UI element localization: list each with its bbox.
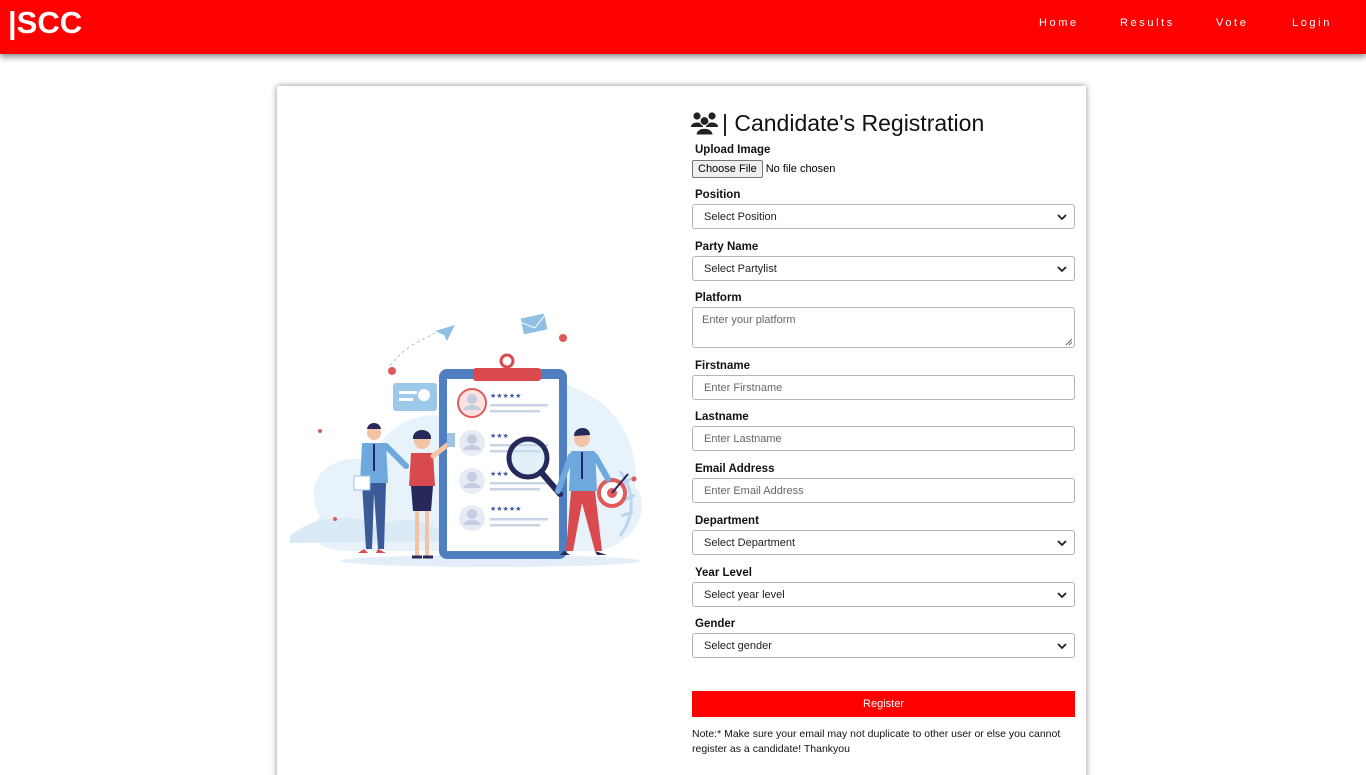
partylist-select[interactable]: Select Partylist xyxy=(692,256,1075,281)
department-label: Department xyxy=(695,515,759,527)
nav-results-link[interactable]: Results xyxy=(1120,17,1175,29)
registration-note: Note:* Make sure your email may not dupl… xyxy=(692,728,1061,755)
svg-text:★★★★★: ★★★★★ xyxy=(490,505,521,513)
firstname-placeholder: Enter Firstname xyxy=(704,381,783,394)
chevron-down-icon xyxy=(1057,592,1067,599)
firstname-field[interactable]: Enter Firstname xyxy=(692,375,1075,400)
file-status-text: No file chosen xyxy=(765,163,836,175)
upload-image-label: Upload Image xyxy=(695,144,771,156)
gender-label: Gender xyxy=(695,618,736,630)
svg-text:★★★: ★★★ xyxy=(490,432,509,440)
email-placeholder: Enter Email Address xyxy=(704,484,804,497)
form-title-text: | Candidate's Registration xyxy=(722,109,985,136)
gender-select-value: Select gender xyxy=(704,639,772,652)
chevron-down-icon xyxy=(1057,266,1067,273)
year-level-select[interactable]: Select year level xyxy=(692,582,1075,607)
resize-grip-icon[interactable] xyxy=(1064,337,1073,346)
email-label: Email Address xyxy=(695,463,775,475)
nav-login-link[interactable]: Login xyxy=(1292,17,1332,29)
gender-select[interactable]: Select gender xyxy=(692,633,1075,658)
form-title: | Candidate's Registration xyxy=(691,108,984,138)
platform-label: Platform xyxy=(695,292,742,304)
year-level-label: Year Level xyxy=(695,567,752,579)
svg-text:★★★: ★★★ xyxy=(490,470,509,478)
lastname-field[interactable]: Enter Lastname xyxy=(692,426,1075,451)
registration-illustration: ★★★★★ ★★★ ★★★ ★★★★★ xyxy=(290,313,643,567)
department-select-value: Select Department xyxy=(704,536,796,549)
users-icon xyxy=(691,112,718,135)
year-level-select-value: Select year level xyxy=(704,588,785,601)
chevron-down-icon xyxy=(1057,540,1067,547)
nav-vote-link[interactable]: Vote xyxy=(1216,17,1248,29)
nav-home-link[interactable]: Home xyxy=(1039,17,1079,29)
lastname-label: Lastname xyxy=(695,411,749,423)
firstname-label: Firstname xyxy=(695,360,750,372)
position-select-value: Select Position xyxy=(704,210,777,223)
svg-text:★★★★★: ★★★★★ xyxy=(490,392,521,400)
platform-textarea[interactable]: Enter your platform xyxy=(692,307,1075,348)
register-button[interactable]: Register xyxy=(692,691,1075,717)
upload-image-input[interactable]: Choose File No file chosen xyxy=(692,160,835,178)
position-label: Position xyxy=(695,189,741,201)
registration-card: ★★★★★ ★★★ ★★★ ★★★★★ | Candidate's Regist… xyxy=(277,86,1086,775)
platform-placeholder: Enter your platform xyxy=(702,314,796,326)
chevron-down-icon xyxy=(1057,214,1067,221)
lastname-placeholder: Enter Lastname xyxy=(704,432,782,445)
top-navbar: |SCC Home Results Vote Login xyxy=(0,0,1366,54)
email-field[interactable]: Enter Email Address xyxy=(692,478,1075,503)
party-name-label: Party Name xyxy=(695,241,759,253)
position-select[interactable]: Select Position xyxy=(692,204,1075,229)
brand-logo[interactable]: |SCC xyxy=(8,5,82,41)
chevron-down-icon xyxy=(1057,643,1067,650)
choose-file-button[interactable]: Choose File xyxy=(692,160,763,178)
department-select[interactable]: Select Department xyxy=(692,530,1075,555)
partylist-select-value: Select Partylist xyxy=(704,262,777,275)
